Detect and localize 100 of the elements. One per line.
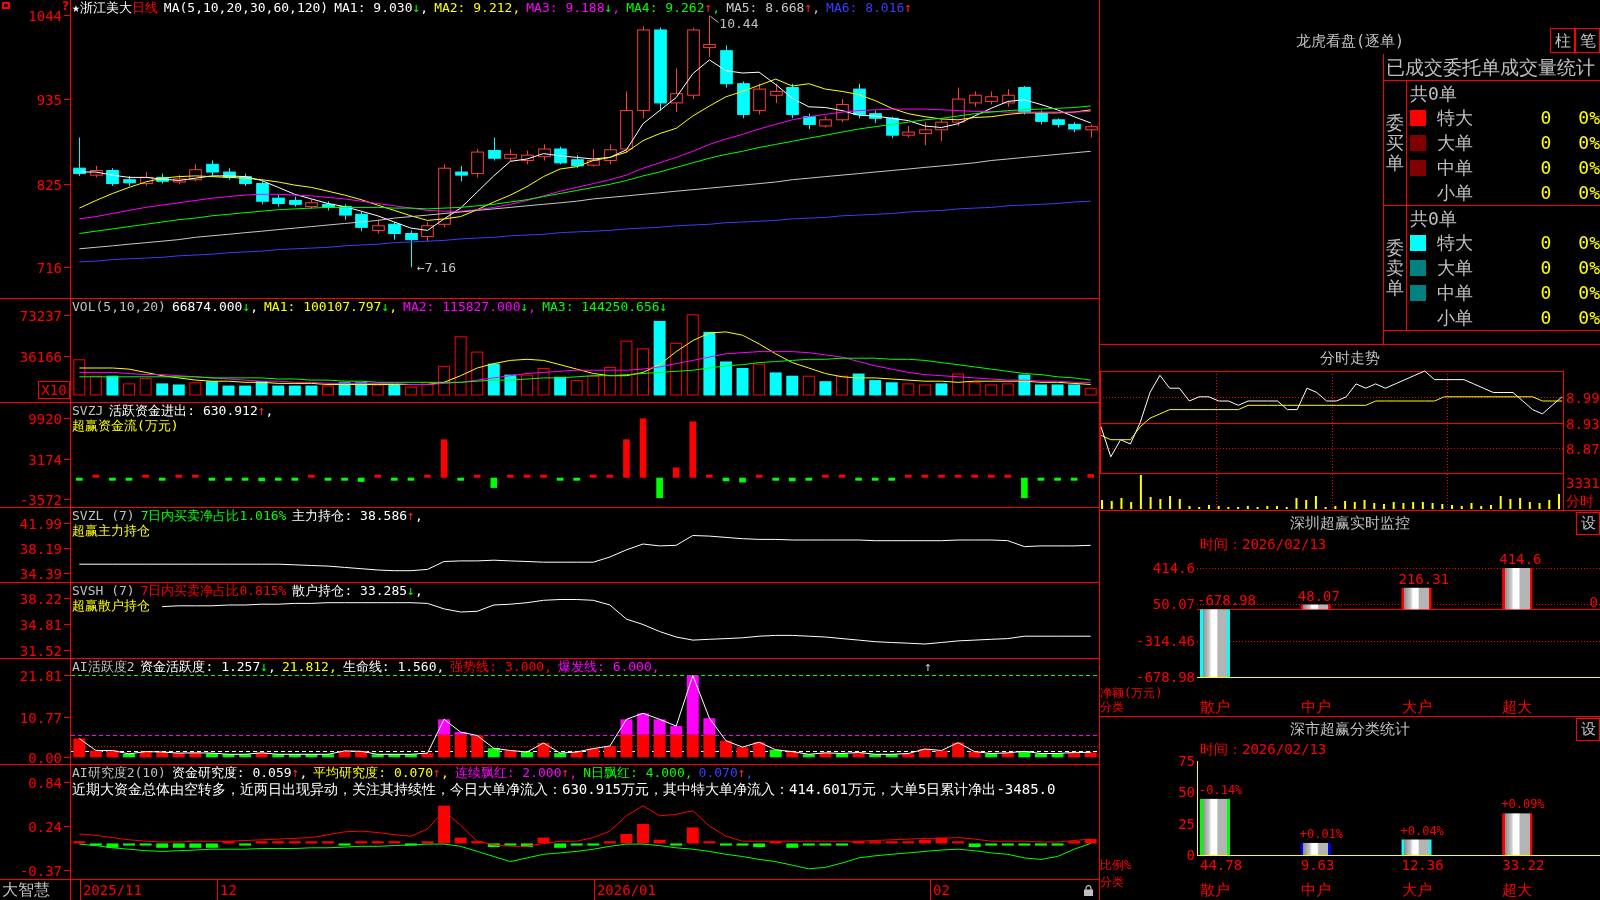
indicator-bar (935, 750, 948, 758)
category-label: 中户 (1300, 698, 1331, 716)
indicator-bar (672, 467, 680, 478)
high-price-label: 10.44 (709, 15, 759, 31)
candle (836, 98, 849, 123)
indicator-bar (802, 754, 815, 758)
indicator-bar (739, 477, 746, 483)
indicator-bar (703, 734, 716, 758)
date-label: 02 (933, 882, 950, 898)
candle (985, 90, 998, 105)
indicator-bar (239, 843, 252, 846)
category-label: 大户 (1401, 881, 1432, 899)
legend-text: 超赢资金流(万元) (72, 418, 179, 433)
indicator-bar (722, 477, 730, 482)
legend-text: 平均研究度: 0.070↑, (313, 765, 449, 780)
candle (339, 203, 352, 221)
axis-label: 3174 (28, 451, 62, 468)
reference-label: 0 (1589, 593, 1598, 610)
axis-label: 38.22 (19, 590, 62, 607)
indicator-bar (836, 843, 848, 846)
legend-text: 爆发线: 6.000, (558, 659, 660, 674)
candle (604, 143, 617, 165)
table-cell-text: 0% (1577, 155, 1600, 180)
indicator-bar (852, 841, 865, 844)
data-label: 12.36 (1401, 857, 1444, 873)
legend-text: N日飘红: 4.000, (583, 765, 693, 780)
indicator-bar (788, 477, 796, 482)
indicator-bar (388, 841, 401, 844)
candle (372, 219, 385, 234)
indicator-bar (1084, 752, 1097, 758)
indicator-bar (92, 474, 100, 478)
candle (786, 83, 799, 119)
volume-bar (521, 374, 533, 396)
indicator-bar (1001, 752, 1014, 758)
table-cell-text: 0% (1577, 256, 1600, 281)
settings-button[interactable]: 设 (1576, 511, 1600, 535)
table-cell-text: 0 (1539, 305, 1553, 330)
legend-text: 资金活跃度: 1.257↓, (140, 659, 276, 674)
row-label: 小单 (1436, 305, 1474, 330)
view-button[interactable]: 柱 (1550, 28, 1575, 53)
axis-label: 31.52 (19, 642, 62, 659)
indicator-bar (172, 843, 185, 848)
indicator-bar (968, 843, 981, 848)
indicator-bar (603, 746, 616, 758)
settings-button[interactable]: 设 (1576, 717, 1600, 741)
volume-bar (836, 375, 848, 396)
indicator-bar (371, 754, 384, 758)
volume-bar (985, 384, 998, 396)
panel-title: 分时走势 (1319, 348, 1381, 369)
view-button[interactable]: 笔 (1575, 28, 1600, 53)
indicator-bar (921, 474, 929, 478)
indicator-bar (205, 843, 218, 848)
category-label: 散户 (1200, 881, 1230, 899)
indicator-bar (291, 477, 299, 481)
indicator-bar (225, 477, 232, 481)
legend-text: 资金研究度: 0.059↑, (171, 765, 308, 780)
table-cell-text: 0 (1539, 180, 1553, 205)
candle (737, 80, 750, 119)
axis-label: 34.39 (19, 565, 62, 582)
candle (869, 110, 882, 124)
change-label: +0.01% (1299, 826, 1344, 841)
indicator-bar (189, 843, 202, 848)
volume-bar (935, 383, 948, 396)
indicator-bar (305, 754, 318, 758)
candle (919, 121, 932, 146)
indicator-bar (570, 843, 583, 846)
help-mark[interactable]: ? (62, 0, 69, 12)
change-label: +0.09% (1501, 797, 1545, 812)
indicator-bar (620, 834, 633, 844)
indicator-bar (338, 750, 351, 758)
indicator-bar (258, 477, 265, 482)
data-label: 9.63 (1300, 857, 1335, 873)
axis-label: 0.84 (28, 774, 62, 791)
candle (173, 174, 186, 185)
indicator-bar (570, 752, 583, 758)
candle (223, 167, 236, 181)
legend-text: MA(5,10,20,30,60,120) (163, 0, 329, 15)
axis-label: 25 (1178, 815, 1195, 832)
axis-label: 41.99 (19, 515, 62, 532)
candle (587, 148, 600, 168)
indicator-bar (954, 474, 962, 478)
data-label: 44.78 (1200, 857, 1243, 873)
indicator-bar (836, 753, 848, 758)
volume-bar (89, 375, 102, 396)
volume-bar (123, 383, 135, 396)
indicator-bar (355, 751, 368, 758)
candle (753, 83, 766, 115)
volume-bar (139, 377, 152, 396)
volume-bar (952, 373, 965, 396)
data-label: 414.6 (1499, 551, 1542, 567)
indicator-bar (653, 839, 666, 844)
axis-label: 75 (1178, 753, 1195, 769)
indicator-bar (686, 827, 699, 844)
indicator-bar (274, 477, 282, 481)
candle (952, 87, 965, 127)
volume-bar (189, 382, 202, 396)
candle (1052, 117, 1065, 128)
indicator-bar (869, 841, 882, 844)
row-label: 大单 (1436, 256, 1474, 281)
indicator-bar (457, 477, 464, 481)
